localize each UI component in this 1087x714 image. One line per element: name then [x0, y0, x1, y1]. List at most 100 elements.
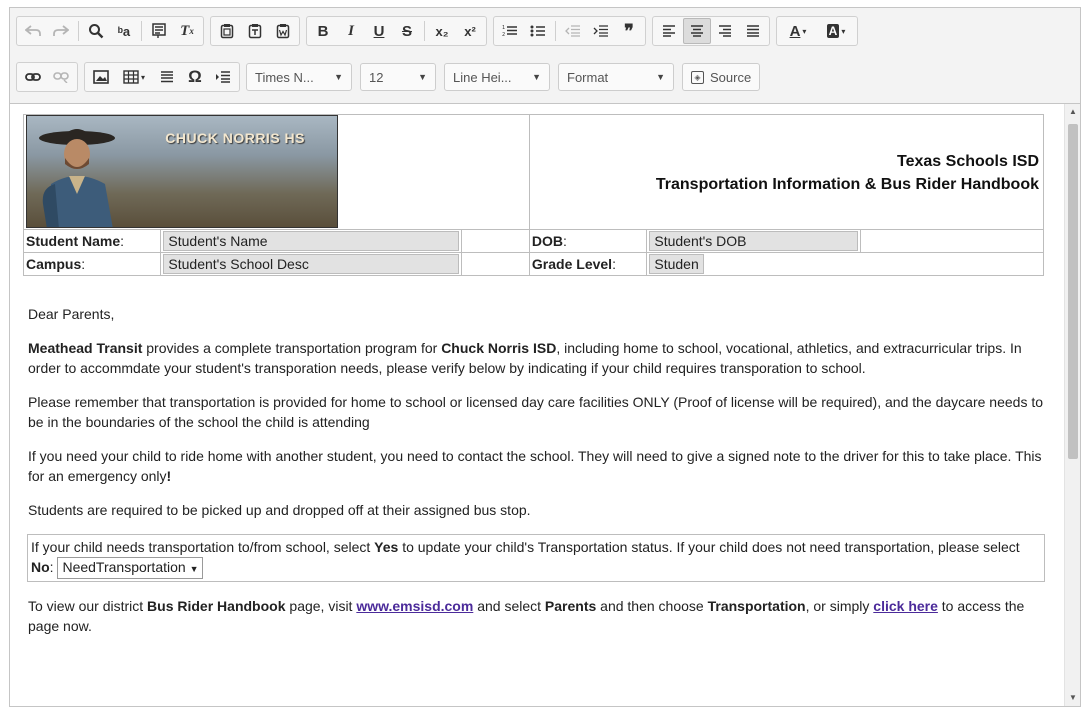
separator — [141, 21, 142, 41]
text-run: and then choose — [596, 598, 708, 614]
student-name-cell: Student's Name — [160, 229, 463, 253]
header-table: CHUCK NORRIS HS Texas Schools ISD Transp… — [22, 114, 1045, 276]
click-here-link[interactable]: click here — [873, 598, 938, 614]
editor-toolbar: ᵇa Tx B I U S x₂ x² 1 2 ❞ A ▾ A ▾ ▾ Ω Ti… — [10, 8, 1080, 104]
need-transportation-select[interactable]: NeedTransportation ▼ — [57, 557, 204, 579]
subscript-button[interactable]: x₂ — [428, 18, 456, 44]
svg-text:1: 1 — [502, 25, 505, 31]
scroll-up-icon[interactable]: ▲ — [1065, 104, 1081, 120]
campus-label: Campus — [26, 256, 82, 272]
link-icon[interactable] — [19, 64, 47, 90]
blockquote-button[interactable]: ❞ — [615, 18, 643, 44]
greeting: Dear Parents, — [28, 306, 115, 322]
redo-icon[interactable] — [47, 18, 75, 44]
text-run: Transportation — [707, 598, 806, 614]
paste-text-icon[interactable] — [241, 18, 269, 44]
text-run: To view our district — [28, 598, 148, 614]
logo-cell: CHUCK NORRIS HS — [23, 114, 530, 230]
paragraph-bus-stop: Students are required to be picked up an… — [28, 502, 531, 518]
background-color-button[interactable]: A ▾ — [817, 18, 855, 44]
logo-photo — [39, 129, 115, 227]
outdent-icon[interactable] — [559, 18, 587, 44]
text-color-button[interactable]: A ▾ — [779, 18, 817, 44]
letter-body: Dear Parents, Meathead Transit provides … — [27, 304, 1048, 650]
grade-label: Grade Level — [531, 256, 613, 272]
text-run: provides a complete transportation progr… — [142, 340, 442, 356]
paragraph-emergency: If you need your child to ride home with… — [28, 446, 1048, 486]
text-run: Parents — [544, 598, 597, 614]
find-replace-icon[interactable]: ᵇa — [110, 18, 138, 44]
history-group: ᵇa Tx — [16, 16, 204, 46]
school-logo: CHUCK NORRIS HS — [26, 115, 338, 228]
separator — [555, 21, 556, 41]
paste-word-doc-icon[interactable] — [269, 18, 297, 44]
undo-icon[interactable] — [19, 18, 47, 44]
logo-text: CHUCK NORRIS HS — [165, 130, 305, 146]
title-cell: Texas Schools ISD Transportation Informa… — [528, 114, 1045, 230]
editor-content[interactable]: CHUCK NORRIS HS Texas Schools ISD Transp… — [10, 104, 1066, 706]
chevron-down-icon: ▾ — [841, 26, 846, 36]
separator — [78, 21, 79, 41]
table-row: Campus: Student's School Desc Grade Leve… — [22, 252, 1044, 276]
strikethrough-button[interactable]: S — [393, 18, 421, 44]
source-button[interactable]: ◈ Source — [682, 63, 761, 91]
grade-label-cell: Grade Level: — [528, 252, 648, 276]
grade-cell: Studen — [646, 252, 1044, 276]
student-name-field[interactable]: Student's Name — [163, 231, 460, 251]
campus-label-cell: Campus: — [22, 252, 162, 276]
paste-word-icon[interactable] — [145, 18, 173, 44]
paragraph-handbook: To view our district Bus Rider Handbook … — [28, 596, 1048, 636]
indent-icon[interactable] — [587, 18, 615, 44]
text-run: to update your child's Transportation st… — [398, 539, 1020, 555]
text-run: : — [49, 559, 58, 575]
align-right-icon[interactable] — [711, 18, 739, 44]
chevron-down-icon: ▾ — [140, 72, 145, 82]
campus-field[interactable]: Student's School Desc — [163, 254, 460, 274]
underline-button[interactable]: U — [365, 18, 393, 44]
font-size-dropdown[interactable]: 12 ▼ — [360, 63, 436, 91]
bullet-list-icon[interactable] — [524, 18, 552, 44]
special-character-button[interactable]: Ω — [181, 64, 209, 90]
align-center-icon[interactable] — [683, 18, 711, 44]
chevron-down-icon: ▼ — [532, 72, 541, 82]
align-justify-icon[interactable] — [739, 18, 767, 44]
district-website-link[interactable]: www.emsisd.com — [356, 598, 473, 614]
insert-group: ▾ Ω — [84, 62, 240, 92]
toolbar-row-1: ᵇa Tx B I U S x₂ x² 1 2 ❞ A ▾ A ▾ — [16, 14, 864, 48]
district-title: Texas Schools ISD — [897, 152, 1039, 170]
list-style-icon[interactable] — [209, 64, 237, 90]
text-run: and select — [473, 598, 545, 614]
dob-field[interactable]: Student's DOB — [649, 231, 859, 251]
link-group — [16, 62, 78, 92]
text-color-label: A — [789, 22, 801, 40]
image-icon[interactable] — [87, 64, 115, 90]
line-height-dropdown[interactable]: Line Hei... ▼ — [444, 63, 550, 91]
empty-cell — [860, 229, 1044, 253]
font-family-value: Times N... — [255, 69, 314, 85]
chevron-down-icon: ▼ — [334, 72, 343, 82]
search-icon[interactable] — [82, 18, 110, 44]
district-name: Chuck Norris ISD — [441, 340, 557, 356]
numbered-list-icon[interactable]: 12 — [496, 18, 524, 44]
horizontal-rule-icon[interactable] — [153, 64, 181, 90]
format-dropdown[interactable]: Format ▼ — [558, 63, 674, 91]
text-style-group: B I U S x₂ x² — [306, 16, 487, 46]
line-height-value: Line Hei... — [453, 69, 512, 85]
scrollbar-thumb[interactable] — [1068, 124, 1078, 459]
table-icon[interactable]: ▾ — [115, 64, 153, 90]
scroll-down-icon[interactable]: ▼ — [1065, 690, 1081, 706]
empty-cell — [461, 229, 530, 253]
clear-format-icon[interactable]: Tx — [173, 18, 201, 44]
rich-text-editor: ᵇa Tx B I U S x₂ x² 1 2 ❞ A ▾ A ▾ ▾ Ω Ti… — [9, 7, 1081, 707]
vertical-scrollbar[interactable]: ▲ ▼ — [1064, 104, 1080, 706]
paragraph-intro: Meathead Transit provides a complete tra… — [28, 338, 1048, 378]
italic-button[interactable]: I — [337, 18, 365, 44]
font-family-dropdown[interactable]: Times N... ▼ — [246, 63, 352, 91]
unlink-icon[interactable] — [47, 64, 75, 90]
bold-button[interactable]: B — [309, 18, 337, 44]
superscript-button[interactable]: x² — [456, 18, 484, 44]
grade-field[interactable]: Studen — [649, 254, 704, 274]
align-left-icon[interactable] — [655, 18, 683, 44]
paste-icon[interactable] — [213, 18, 241, 44]
table-row: Student Name: Student's Name DOB: Studen… — [22, 229, 1044, 253]
